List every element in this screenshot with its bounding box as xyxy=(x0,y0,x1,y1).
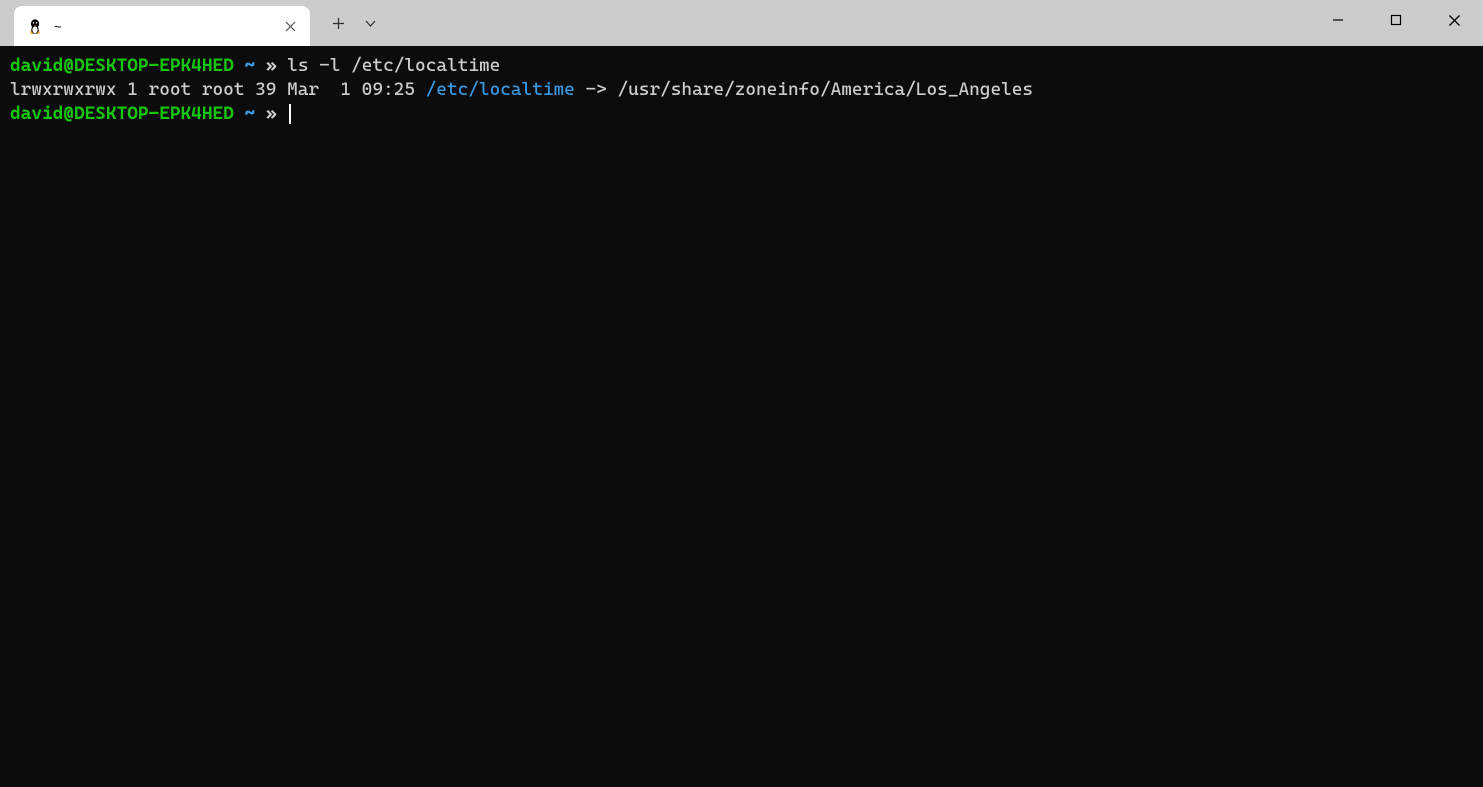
window-controls xyxy=(1309,0,1483,40)
terminal-line: david@DESKTOP-EPK4HED ~ » ls -l /etc/loc… xyxy=(10,55,500,76)
symlink-arrow: -> xyxy=(575,79,618,100)
minimize-button[interactable] xyxy=(1309,0,1367,40)
new-tab-button[interactable] xyxy=(322,7,354,39)
titlebar-actions xyxy=(322,0,386,46)
chevron-down-icon xyxy=(364,17,377,30)
tab-dropdown-button[interactable] xyxy=(354,7,386,39)
maximize-icon xyxy=(1390,14,1402,26)
terminal-line: lrwxrwxrwx 1 root root 39 Mar 1 09:25 /e… xyxy=(10,79,1033,100)
prompt-symbol: » xyxy=(266,103,277,124)
close-icon xyxy=(1448,14,1461,27)
close-tab-button[interactable] xyxy=(282,18,298,34)
close-icon xyxy=(285,21,296,32)
terminal-line: david@DESKTOP-EPK4HED ~ » xyxy=(10,103,291,124)
prompt-user-host: david@DESKTOP-EPK4HED xyxy=(10,103,234,124)
plus-icon xyxy=(332,17,345,30)
cursor xyxy=(289,104,291,124)
prompt-symbol: » xyxy=(266,55,277,76)
ls-output-perms: lrwxrwxrwx 1 root root 39 Mar 1 09:25 xyxy=(10,79,426,100)
minimize-icon xyxy=(1332,14,1344,26)
terminal-tab[interactable]: ~ xyxy=(14,6,310,46)
titlebar: ~ xyxy=(0,0,1483,46)
close-window-button[interactable] xyxy=(1425,0,1483,40)
maximize-button[interactable] xyxy=(1367,0,1425,40)
symlink-name: /etc/localtime xyxy=(426,79,575,100)
prompt-user-host: david@DESKTOP-EPK4HED xyxy=(10,55,234,76)
prompt-cwd: ~ xyxy=(244,103,255,124)
tux-icon xyxy=(26,17,44,35)
command-text: ls -l /etc/localtime xyxy=(287,55,500,76)
terminal-pane[interactable]: david@DESKTOP-EPK4HED ~ » ls -l /etc/loc… xyxy=(0,46,1483,787)
tab-title: ~ xyxy=(54,19,282,34)
symlink-target: /usr/share/zoneinfo/America/Los_Angeles xyxy=(617,79,1033,100)
prompt-cwd: ~ xyxy=(244,55,255,76)
